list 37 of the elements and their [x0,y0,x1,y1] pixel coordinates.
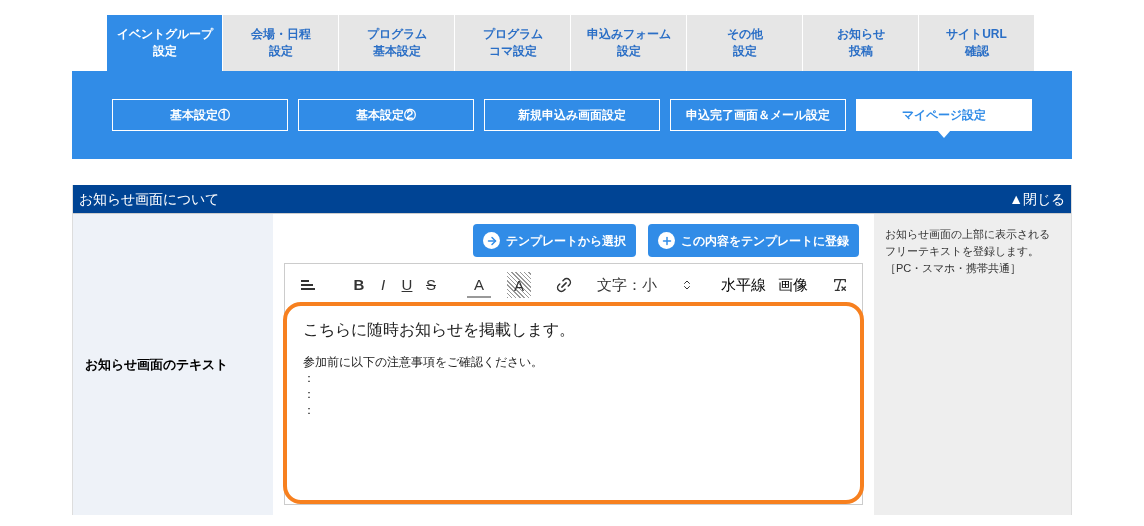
collapse-button[interactable]: ▲閉じる [1009,188,1065,210]
clear-format-icon[interactable] [832,277,848,293]
strikethrough-button[interactable]: S [419,272,443,298]
updown-icon [681,279,693,291]
underline-button[interactable]: U [395,272,419,298]
help-text: お知らせ画面の上部に表示される フリーテキストを登録します。 ［PC・スマホ・携帯共通］ [885,227,1051,276]
editor-line: ： [303,370,316,386]
bold-button[interactable]: B [347,272,371,298]
align-icon[interactable] [301,279,315,291]
main-tab[interactable]: お知らせ 投稿 [803,15,918,71]
sub-tab[interactable]: 基本設定① [112,99,288,131]
italic-button[interactable]: I [371,272,395,298]
main-tab[interactable]: プログラム コマ設定 [455,15,570,71]
editor-line: ： [303,402,316,418]
highlight-button[interactable]: A [507,272,531,298]
font-size-select[interactable]: 文字：小 [597,272,693,298]
editor-heading: こちらに随時お知らせを掲載します。 [303,320,576,340]
font-color-button[interactable]: A [467,272,491,298]
section-title: お知らせ画面について [79,189,219,209]
sub-tab[interactable]: 新規申込み画面設定 [484,99,660,131]
main-tab[interactable]: 申込みフォーム 設定 [571,15,686,71]
main-tab[interactable]: その他 設定 [687,15,802,71]
editor-line: ： [303,386,316,402]
pointer-icon [937,130,951,138]
toolbar-text-button[interactable]: 画像 [778,272,808,298]
template-button[interactable]: この内容をテンプレートに登録 [648,224,859,257]
editor-line: 参加前に以下の注意事項をご確認ください。 [303,354,544,370]
sub-tab[interactable]: 申込完了画面＆メール設定 [670,99,846,131]
sub-tab[interactable]: 基本設定② [298,99,474,131]
main-tab[interactable]: 会場・日程 設定 [223,15,338,71]
row-label: お知らせ画面のテキスト [85,355,228,374]
template-button[interactable]: テンプレートから選択 [473,224,636,257]
main-tab[interactable]: プログラム 基本設定 [339,15,454,71]
main-tab[interactable]: イベントグループ 設定 [107,15,222,71]
editor-content[interactable]: こちらに随時お知らせを掲載します。 参加前に以下の注意事項をご確認ください。 ： ： ： [283,302,864,504]
main-tab[interactable]: サイトURL 確認 [919,15,1034,71]
toolbar-text-button[interactable]: 水平線 [721,272,766,298]
